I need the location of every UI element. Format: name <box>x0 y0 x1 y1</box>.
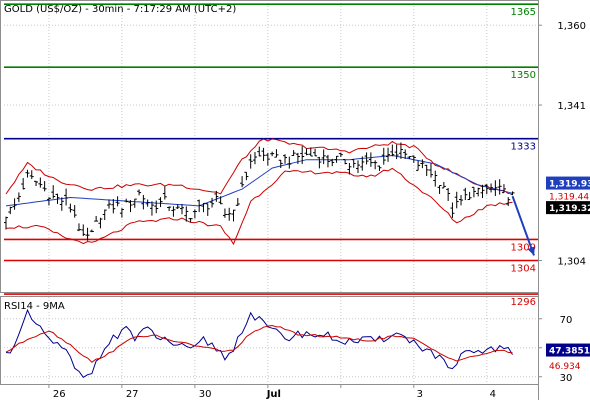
ma-value-label: 1,319.93 <box>549 180 590 190</box>
horizontal-levels: 136513501333130913041296 <box>4 3 538 308</box>
rsi-panel-frame <box>0 296 539 385</box>
main-y-tick-label: 1,304 <box>557 256 586 267</box>
chart-canvas: 136513501333130913041296 1,3601,3411,304… <box>0 0 590 400</box>
panel-frames <box>0 0 539 400</box>
gold-chart: 1365 1350 1333 1309 1304 1296 1,360 1,341 1,304… <box>0 0 590 400</box>
rsi-y-tick-label: 70 <box>560 315 573 326</box>
main-y-tick-label: 1,360 <box>557 21 586 32</box>
rsi-value-label: 47.3851 <box>549 347 590 357</box>
rsi-ma-value-label: 46.934 <box>549 362 581 372</box>
main-panel-frame <box>0 0 539 293</box>
level-label-1304: 1304 <box>511 263 536 274</box>
level-label-1350: 1350 <box>511 70 536 81</box>
rsi-series <box>5 308 513 378</box>
x-tick-label-27: 27 <box>126 389 139 400</box>
x-tick-label-3: 3 <box>417 389 423 400</box>
level-label-1365: 1365 <box>511 7 536 18</box>
chart-title: GOLD (US$/OZ) - 30min - 7:17:29 AM (UTC+… <box>4 4 236 15</box>
rsi-y-tick-label: 30 <box>560 373 573 384</box>
moving-average-line <box>5 154 513 207</box>
last-price-label: 1,319.32 <box>549 204 590 214</box>
grid-layer <box>4 0 538 384</box>
rsi-ma-line <box>5 324 513 363</box>
main-y-tick-label: 1,341 <box>557 101 586 112</box>
x-tick-label-4: 4 <box>490 389 496 400</box>
level-label-1333: 1333 <box>511 142 536 153</box>
x-tick-label-Jul: Jul <box>266 389 281 400</box>
x-tick-label-26: 26 <box>53 389 66 400</box>
bollinger-lower-line <box>5 167 513 246</box>
price-series <box>4 142 535 256</box>
level-label-1296: 1296 <box>511 297 536 308</box>
x-tick-label-30: 30 <box>199 389 212 400</box>
rsi-panel-title: RSI14 - 9MA <box>4 301 65 312</box>
rsi-line <box>5 308 513 378</box>
bollinger-value-label: 1,319.44 <box>549 193 589 203</box>
